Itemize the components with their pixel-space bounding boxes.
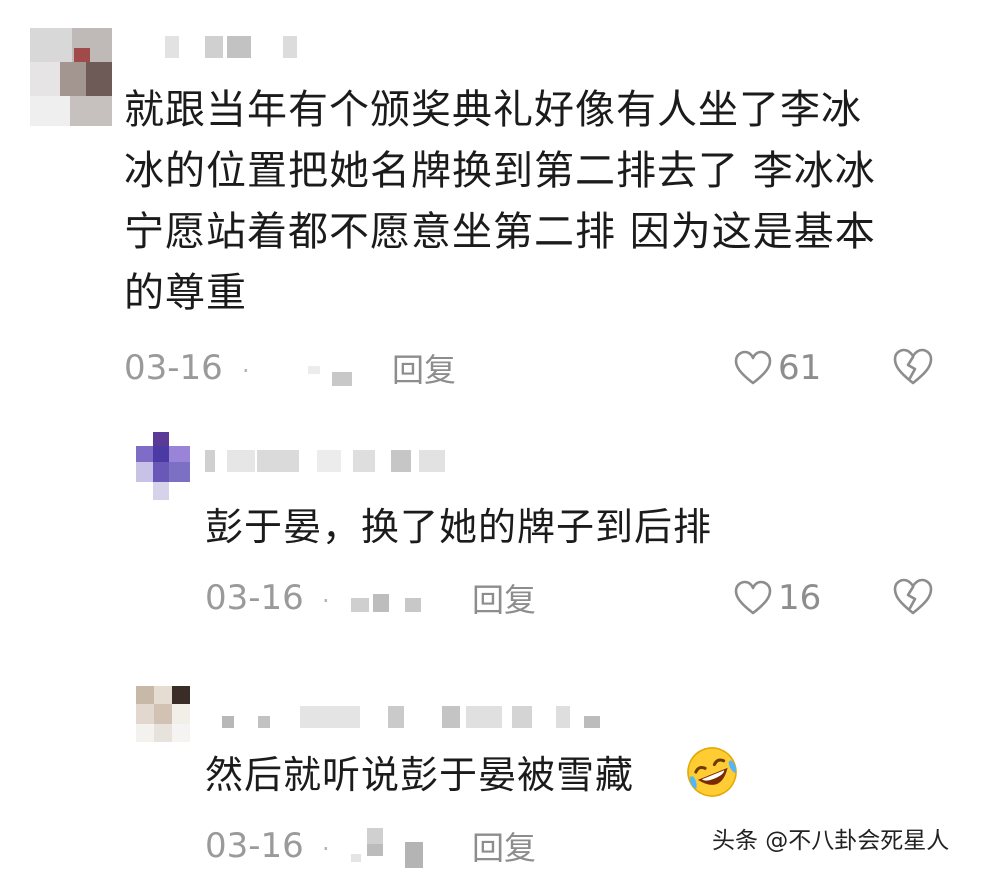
reply-text: 彭于晏，换了她的牌子到后排 [205, 505, 713, 549]
comment-date: 03-16 [124, 348, 223, 388]
like-button[interactable]: 61 [734, 348, 821, 388]
dislike-button[interactable] [893, 348, 933, 390]
laughing-emoji-icon [684, 744, 740, 804]
dislike-button[interactable] [893, 578, 933, 620]
avatar[interactable] [30, 28, 112, 126]
platform-watermark: 头条 @不八卦会死星人 [712, 828, 950, 854]
broken-heart-icon [893, 578, 933, 615]
heart-outline-icon [734, 580, 772, 615]
reply-button[interactable]: 回复 [472, 828, 536, 868]
avatar[interactable] [136, 686, 190, 742]
reply-date: 03-16 [205, 578, 304, 618]
separator-dot: · [322, 835, 330, 863]
reply-date: 03-16 [205, 826, 304, 866]
ip-location-blurred [345, 592, 435, 616]
broken-heart-icon [893, 348, 933, 385]
like-button[interactable]: 16 [734, 578, 821, 618]
like-count: 61 [778, 348, 822, 388]
comment-text: 就跟当年有个颁奖典礼好像有人坐了李冰 冰的位置把她名牌换到第二排去了 李冰冰 宁… [124, 87, 876, 316]
username-blurred[interactable] [165, 36, 325, 58]
reply-button[interactable]: 回复 [392, 350, 456, 390]
like-count: 16 [778, 578, 822, 618]
reply-text: 然后就听说彭于晏被雪藏 [205, 753, 635, 797]
reply-button[interactable]: 回复 [472, 580, 536, 620]
username-blurred[interactable] [222, 706, 612, 728]
username-blurred[interactable] [205, 450, 455, 472]
ip-location-blurred [300, 362, 360, 388]
separator-dot: · [322, 587, 330, 615]
separator-dot: · [242, 357, 250, 385]
ip-location-blurred [345, 826, 435, 870]
avatar[interactable] [136, 432, 190, 500]
heart-outline-icon [734, 350, 772, 385]
